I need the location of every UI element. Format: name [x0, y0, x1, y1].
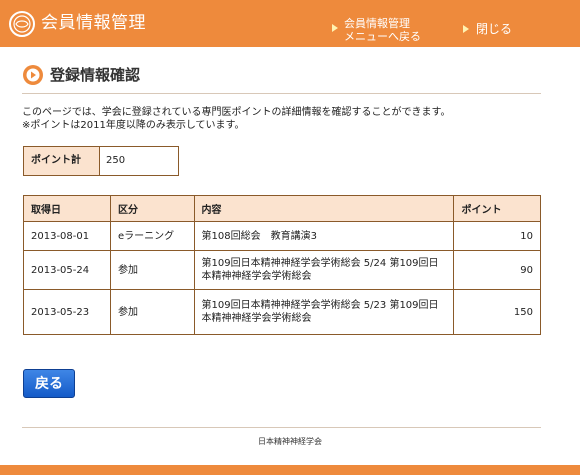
points-total-label: ポイント計 [24, 147, 100, 175]
cell-date: 2013-05-23 [22, 289, 112, 335]
cell-date: 2013-08-01 [22, 221, 112, 251]
triangle-right-icon [332, 24, 338, 32]
points-total-value: 250 [106, 155, 126, 166]
cell-kind: eラーニング [110, 221, 195, 251]
nav-menu-line2: メニューへ戻る [344, 30, 421, 43]
arrow-circle-icon [23, 65, 43, 85]
table-row: 2013-08-01 eラーニング 第108回総会 教育講演3 10 [22, 221, 541, 251]
column-header-date: 取得日 [22, 195, 112, 222]
points-detail-table: 取得日 区分 内容 ポイント 2013-08-01 eラーニング 第108回総会… [22, 195, 541, 335]
cell-points: 90 [453, 250, 541, 290]
cell-kind: 参加 [110, 250, 195, 290]
header-bar: 会員情報管理 会員情報管理 メニューへ戻る 閉じる [0, 0, 580, 47]
column-header-kind: 区分 [110, 195, 195, 222]
cell-date: 2013-05-24 [22, 250, 112, 290]
cell-content: 第108回総会 教育講演3 [193, 221, 455, 251]
table-header-row: 取得日 区分 内容 ポイント [22, 195, 541, 222]
column-header-points: ポイント [453, 195, 541, 222]
app-title: 会員情報管理 [41, 13, 146, 33]
page-title: 登録情報確認 [50, 66, 141, 84]
cell-kind: 参加 [110, 289, 195, 335]
nav-menu-line1: 会員情報管理 [344, 17, 410, 30]
cell-content: 第109回日本精神神経学会学術総会 5/24 第109回日本精神神経学会学術総会 [193, 250, 455, 290]
triangle-right-icon [463, 25, 469, 33]
points-total-box: ポイント計 250 [23, 146, 179, 176]
page-description: このページでは、学会に登録されている専門医ポイントの詳細情報を確認することができ… [22, 106, 451, 132]
close-label: 閉じる [476, 22, 513, 36]
title-divider [22, 93, 541, 94]
table-row: 2013-05-24 参加 第109回日本精神神経学会学術総会 5/24 第10… [22, 250, 541, 290]
cell-points: 150 [453, 289, 541, 335]
society-logo-icon [9, 11, 35, 37]
cell-points: 10 [453, 221, 541, 251]
description-line-1: このページでは、学会に登録されている専門医ポイントの詳細情報を確認することができ… [22, 107, 451, 118]
column-header-content: 内容 [193, 195, 455, 222]
cell-content: 第109回日本精神神経学会学術総会 5/23 第109回日本精神神経学会学術総会 [193, 289, 455, 335]
back-button[interactable]: 戻る [23, 369, 75, 398]
description-line-2: ※ポイントは2011年度以降のみ表示しています。 [22, 120, 245, 131]
footer-divider [22, 427, 541, 428]
table-row: 2013-05-23 参加 第109回日本精神神経学会学術総会 5/23 第10… [22, 289, 541, 335]
bottom-bar [0, 465, 580, 475]
footer-society-name: 日本精神神経学会 [258, 437, 322, 446]
